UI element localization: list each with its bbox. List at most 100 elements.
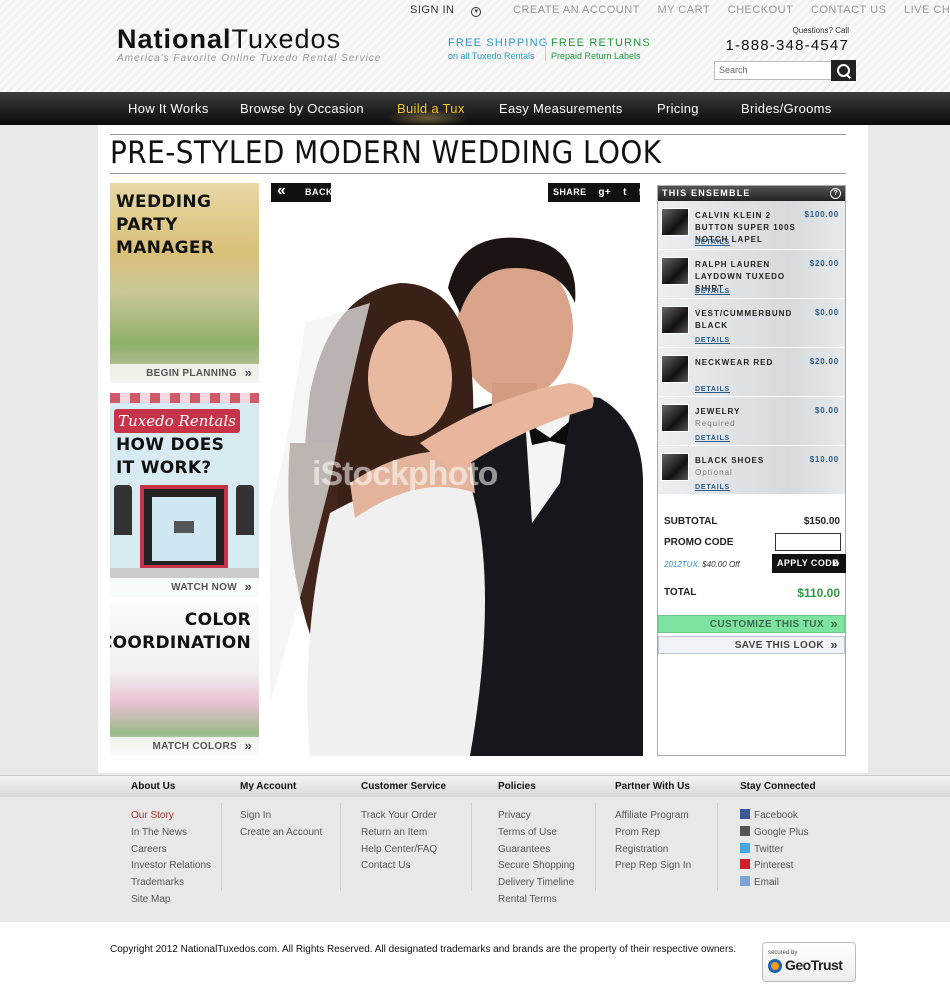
search-icon[interactable] xyxy=(831,60,856,81)
contact-us-link[interactable]: CONTACT US xyxy=(811,4,887,16)
nav-pricing[interactable]: Pricing xyxy=(657,101,699,116)
footer-link[interactable]: Help Center/FAQ xyxy=(361,842,437,859)
footer-divider xyxy=(717,803,718,891)
facebook-icon[interactable]: f xyxy=(639,187,643,198)
item-details-link[interactable]: DETAILS xyxy=(695,435,730,442)
tile-heading-line: COLOR xyxy=(184,610,251,630)
shoes-thumbnail xyxy=(661,453,689,481)
sign-in-link[interactable]: SIGN IN ▾ xyxy=(410,4,495,17)
begin-planning-link[interactable]: BEGIN PLANNING xyxy=(110,364,259,383)
item-details-link[interactable]: DETAILS xyxy=(695,337,730,344)
item-details-link[interactable]: DETAILS xyxy=(695,386,730,393)
footer-link[interactable]: Guarantees xyxy=(498,842,575,859)
open-sign-icon xyxy=(174,521,194,533)
item-name-text: JEWELRY xyxy=(695,407,741,416)
tile-heading-line: COORDINATION xyxy=(110,633,251,653)
footer-link[interactable]: Delivery Timeline xyxy=(498,875,575,892)
live-chat-link[interactable]: LIVE CHAT xyxy=(904,4,950,16)
nav-browse-by-occasion[interactable]: Browse by Occasion xyxy=(240,101,364,116)
item-price: $10.00 xyxy=(809,455,839,464)
floor xyxy=(110,568,259,578)
footer-link[interactable]: Secure Shopping xyxy=(498,858,575,875)
twitter-icon xyxy=(740,842,750,853)
footer-links: Our Story In The News Careers Investor R… xyxy=(131,808,211,909)
logo-tagline: America's Favorite Online Tuxedo Rental … xyxy=(117,53,382,64)
footer-heading: Stay Connected xyxy=(740,781,816,792)
item-name: JEWELRY Required xyxy=(695,406,799,430)
item-sub: Optional xyxy=(695,468,733,477)
footer-link[interactable]: Sign In xyxy=(240,808,322,825)
footer-link[interactable]: Terms of Use xyxy=(498,825,575,842)
facebook-link[interactable]: Facebook xyxy=(740,808,808,825)
footer-link[interactable]: Investor Relations xyxy=(131,858,211,875)
google-plus-link[interactable]: Google Plus xyxy=(740,825,808,842)
geotrust-badge[interactable]: secured by GeoTrust xyxy=(762,942,856,982)
promo-code-input[interactable] xyxy=(775,533,841,551)
footer-link[interactable]: In The News xyxy=(131,825,211,842)
footer-heading: Partner With Us xyxy=(615,781,690,792)
tile-heading: COLOR COORDINATION xyxy=(110,609,251,655)
footer-link[interactable]: Track Your Order xyxy=(361,808,437,825)
page-title: PRE-STYLED MODERN WEDDING LOOK xyxy=(110,135,662,171)
footer-link[interactable]: Site Map xyxy=(131,892,211,909)
footer-link[interactable]: Careers xyxy=(131,842,211,859)
nav-easy-measurements[interactable]: Easy Measurements xyxy=(499,101,623,116)
create-account-link[interactable]: CREATE AN ACCOUNT xyxy=(513,4,640,16)
search-input[interactable]: Search xyxy=(714,61,832,80)
logo-wordmark: NationalTuxedos xyxy=(117,24,381,55)
color-coordination-tile[interactable]: COLOR COORDINATION MATCH COLORS xyxy=(110,603,259,756)
sign-in-label: SIGN IN xyxy=(410,4,455,16)
shop-door xyxy=(140,485,228,569)
footer-divider xyxy=(221,803,222,891)
google-plus-icon[interactable]: g+ xyxy=(598,187,611,198)
match-colors-link[interactable]: MATCH COLORS xyxy=(110,737,259,756)
logo-bold: National xyxy=(117,24,232,54)
badge-name: GeoTrust xyxy=(785,957,843,973)
jacket-thumbnail xyxy=(661,208,689,236)
footer-link[interactable]: Contact Us xyxy=(361,858,437,875)
twitter-icon[interactable]: t xyxy=(623,187,627,198)
how-it-works-tile[interactable]: Tuxedo Rentals HOW DOES IT WORK? WATCH NO… xyxy=(110,393,259,597)
customize-tux-button[interactable]: CUSTOMIZE THIS TUX xyxy=(658,615,845,633)
watch-now-link[interactable]: WATCH NOW xyxy=(110,578,259,597)
applied-promo: 2012TUX: $40.00 Off xyxy=(664,560,740,569)
tuxedo-rentals-sign: Tuxedo Rentals xyxy=(114,409,240,433)
share-bar: SHARE g+ t f xyxy=(548,183,643,202)
footer-link[interactable]: Return an Item xyxy=(361,825,437,842)
promo-code-label: PROMO CODE xyxy=(664,537,734,548)
door-glass xyxy=(152,497,216,561)
nav-build-a-tux[interactable]: Build a Tux xyxy=(397,101,465,116)
footer-link[interactable]: Registration xyxy=(615,842,691,859)
free-shipping-title: FREE SHIPPING xyxy=(448,37,549,49)
footer-link[interactable]: Prep Rep Sign In xyxy=(615,858,691,875)
item-name: BLACK SHOES Optional xyxy=(695,455,799,479)
back-button[interactable]: BACK xyxy=(271,182,333,202)
save-look-button[interactable]: SAVE THIS LOOK xyxy=(658,636,845,654)
nav-how-it-works[interactable]: How It Works xyxy=(128,101,209,116)
site-logo[interactable]: NationalTuxedos America's Favorite Onlin… xyxy=(117,24,381,64)
twitter-link[interactable]: Twitter xyxy=(740,842,808,859)
item-details-link[interactable]: DETAILS xyxy=(695,288,730,295)
item-details-link[interactable]: DETAILS xyxy=(695,484,730,491)
apply-code-button[interactable]: APPLY CODE xyxy=(772,554,846,573)
pinterest-link[interactable]: Pinterest xyxy=(740,858,808,875)
item-details-link[interactable]: DETAILS xyxy=(695,239,730,246)
top-links: SIGN IN ▾ CREATE AN ACCOUNT MY CART CHECK… xyxy=(410,4,950,17)
my-cart-link[interactable]: MY CART xyxy=(657,4,710,16)
subtotal-value: $150.00 xyxy=(803,516,840,527)
footer-link[interactable]: Create an Account xyxy=(240,825,322,842)
applied-promo-code: 2012TUX: xyxy=(664,560,701,569)
footer-link[interactable]: Our Story xyxy=(131,808,211,825)
footer-link[interactable]: Rental Terms xyxy=(498,892,575,909)
footer-link[interactable]: Prom Rep xyxy=(615,825,691,842)
nav-brides-grooms[interactable]: Brides/Grooms xyxy=(741,101,832,116)
ensemble-panel: THIS ENSEMBLE ? CALVIN KLEIN 2 BUTTON SU… xyxy=(657,185,846,756)
email-link[interactable]: Email xyxy=(740,875,808,892)
shirt-thumbnail xyxy=(661,257,689,285)
help-icon[interactable]: ? xyxy=(830,188,841,199)
footer-link[interactable]: Privacy xyxy=(498,808,575,825)
footer-link[interactable]: Trademarks xyxy=(131,875,211,892)
footer-link[interactable]: Affiliate Program xyxy=(615,808,691,825)
checkout-link[interactable]: CHECKOUT xyxy=(728,4,794,16)
wedding-party-manager-tile[interactable]: WEDDING PARTY MANAGER BEGIN PLANNING xyxy=(110,183,259,383)
